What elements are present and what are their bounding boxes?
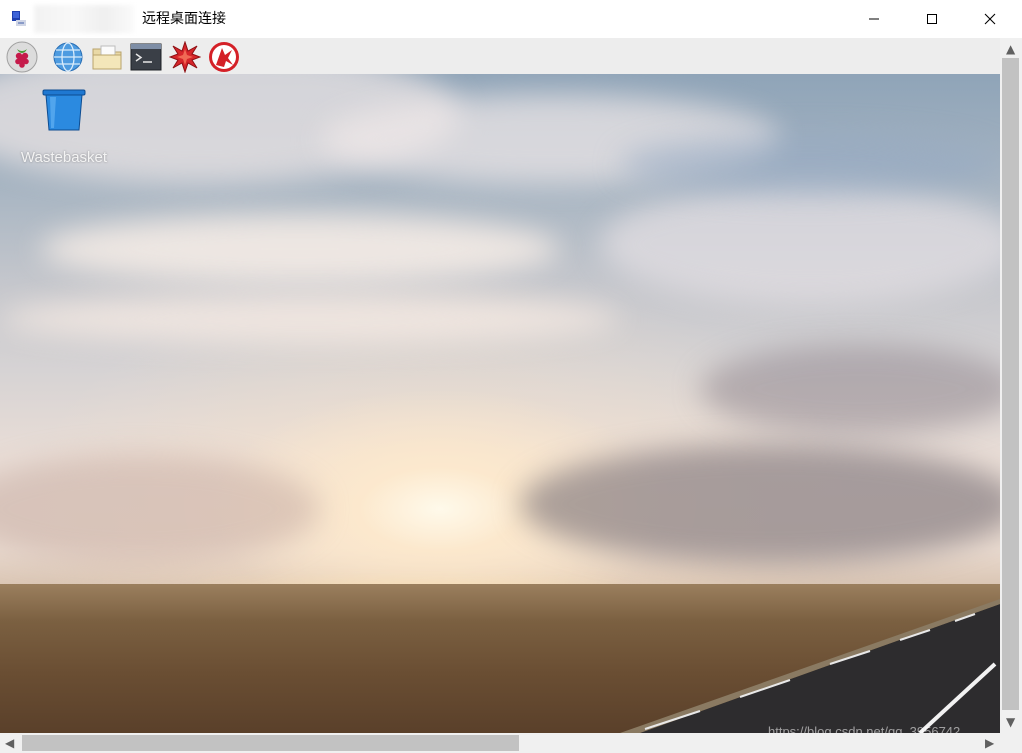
wolfram-icon[interactable] [208,41,240,73]
horizontal-scrollbar-thumb[interactable] [22,735,519,751]
close-icon [984,13,996,25]
title-bar: 远程桌面连接 [0,0,1022,39]
minimize-icon [869,18,879,20]
remote-desktop-app-icon [12,11,26,26]
close-button[interactable] [961,0,1019,38]
maximize-icon [927,14,937,24]
scroll-up-arrow-icon[interactable]: ▲ [1006,42,1015,56]
mathematica-icon[interactable] [169,41,201,73]
maximize-button[interactable] [903,0,961,38]
scrollbar-corner [1000,733,1022,753]
file-manager-icon[interactable] [91,41,123,73]
terminal-icon[interactable] [130,41,162,73]
scroll-left-arrow-icon[interactable]: ◀ [5,736,14,750]
wastebasket-icon [42,89,86,131]
web-browser-icon[interactable] [52,41,84,73]
scroll-right-arrow-icon[interactable]: ▶ [985,736,994,750]
blurred-region [34,5,134,33]
scroll-down-arrow-icon[interactable]: ▼ [1006,715,1015,729]
minimize-button[interactable] [845,0,903,38]
desktop-icon-label: Wastebasket [20,149,108,166]
vertical-scrollbar-thumb[interactable] [1002,58,1019,710]
window-title: 远程桌面连接 [142,11,226,27]
desktop-wallpaper: Wastebasket [0,74,1000,733]
desktop-icon-wastebasket[interactable]: Wastebasket [14,88,114,166]
raspberry-menu-icon[interactable] [6,41,38,73]
road [620,599,1000,733]
desktop-panel [0,38,1000,74]
